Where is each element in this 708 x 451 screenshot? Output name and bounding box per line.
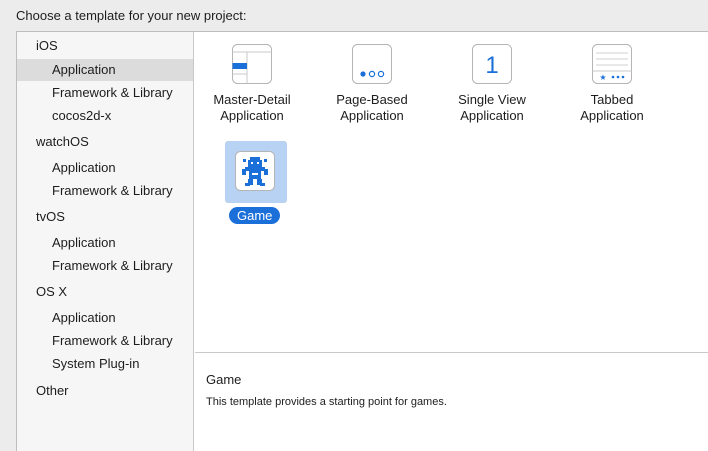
template-label: Page-Based — [336, 92, 408, 107]
template-description-panel: Game This template provides a starting p… — [195, 354, 708, 451]
template-page-based[interactable]: Page-Based Application — [317, 34, 427, 124]
template-label: Application — [580, 108, 644, 123]
sidebar-group-watchos: watchOS — [36, 134, 89, 149]
template-label: Application — [340, 108, 404, 123]
template-grid: Master-Detail Application Page-Based App… — [195, 32, 708, 353]
description-text: This template provides a starting point … — [206, 396, 447, 408]
sidebar-group-ios: iOS — [36, 38, 58, 53]
template-label: Tabbed — [590, 92, 634, 107]
template-single-view[interactable]: 1 Single View Application — [437, 34, 547, 124]
sidebar-item-watchos-framework-library[interactable]: Framework & Library — [17, 180, 193, 202]
template-tabbed[interactable]: ★ Tabbed Application — [557, 34, 667, 124]
template-label: Master-Detail — [213, 92, 291, 107]
master-detail-icon — [232, 44, 272, 84]
platform-sidebar: iOS Application Framework & Library coco… — [17, 32, 194, 451]
sidebar-item-ios-cocos2d-x[interactable]: cocos2d-x — [17, 105, 193, 127]
sidebar-item-osx-framework-library[interactable]: Framework & Library — [17, 330, 193, 352]
template-game[interactable]: Game — [197, 141, 307, 231]
template-label: Application — [220, 108, 284, 123]
sidebar-item-ios-application[interactable]: Application — [17, 59, 193, 81]
single-view-glyph: 1 — [485, 52, 498, 79]
sidebar-item-watchos-application[interactable]: Application — [17, 157, 193, 179]
sidebar-item-tvos-framework-library[interactable]: Framework & Library — [17, 255, 193, 277]
svg-text:★: ★ — [599, 73, 606, 82]
description-title: Game — [206, 372, 242, 387]
template-label: Application — [460, 108, 524, 123]
single-view-icon: 1 — [472, 44, 512, 84]
sidebar-group-other[interactable]: Other — [36, 381, 69, 401]
tabbed-icon: ★ — [592, 44, 632, 84]
sidebar-item-ios-framework-library[interactable]: Framework & Library — [17, 82, 193, 104]
sidebar-group-tvos: tvOS — [36, 209, 65, 224]
page-based-icon — [352, 44, 392, 84]
game-icon — [235, 151, 275, 191]
sidebar-item-osx-system-plugin[interactable]: System Plug-in — [17, 353, 193, 375]
sidebar-item-osx-application[interactable]: Application — [17, 307, 193, 329]
template-chooser: iOS Application Framework & Library coco… — [16, 31, 708, 451]
template-master-detail[interactable]: Master-Detail Application — [197, 34, 307, 124]
template-label: Single View — [458, 92, 526, 107]
template-label-selected: Game — [229, 207, 281, 224]
dialog-title: Choose a template for your new project: — [16, 8, 247, 23]
sidebar-group-osx: OS X — [36, 284, 68, 299]
sidebar-item-tvos-application[interactable]: Application — [17, 232, 193, 254]
